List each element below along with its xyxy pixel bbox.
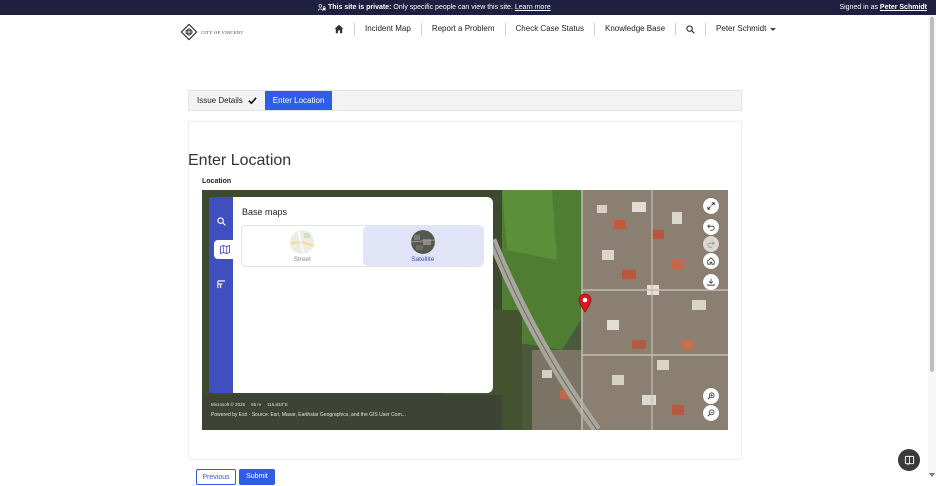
scrollbar-thumb[interactable] — [930, 17, 934, 372]
zoom-out-icon — [707, 409, 715, 417]
nav-check-case-status[interactable]: Check Case Status — [506, 23, 595, 35]
home-icon — [707, 257, 715, 265]
nav-home[interactable] — [324, 23, 355, 35]
nav-search[interactable] — [676, 23, 707, 35]
attribution-copyright: Microsoft © 2025 — [211, 402, 246, 407]
learn-more-link[interactable]: Learn more — [515, 0, 551, 15]
download-icon — [707, 278, 715, 286]
nav-incident-map[interactable]: Incident Map — [355, 23, 422, 35]
map-search-button[interactable] — [212, 212, 231, 231]
scroll-down-arrow-icon[interactable] — [929, 473, 935, 477]
street-thumbnail-icon — [290, 229, 315, 254]
zoom-in-button[interactable] — [703, 388, 719, 404]
help-chat-button[interactable] — [898, 449, 920, 471]
undo-button[interactable] — [703, 219, 719, 235]
basemap-satellite[interactable]: Satellite — [362, 226, 483, 266]
location-field-label: Location — [202, 178, 232, 185]
private-bold-text: This site is private: — [328, 4, 392, 11]
tab-enter-location[interactable]: Enter Location — [264, 91, 333, 110]
previous-button[interactable]: Previous — [196, 469, 236, 485]
search-icon — [686, 24, 695, 34]
search-icon — [217, 217, 226, 226]
user-menu-label: Peter Schmidt — [716, 24, 767, 33]
tab-issue-details-label: Issue Details — [197, 96, 243, 105]
coordinate-readout: 115.833°E — [267, 402, 288, 407]
location-map[interactable]: Base maps Street Satellite Microsoft © 2… — [202, 190, 728, 430]
tab-enter-location-label: Enter Location — [272, 96, 325, 105]
site-logo[interactable]: CITY OF VINCENT — [180, 23, 244, 41]
nav-report-problem[interactable]: Report a Problem — [422, 23, 506, 35]
basemap-street-label: Street — [293, 255, 311, 263]
export-button[interactable] — [703, 274, 719, 290]
home-icon — [334, 24, 344, 34]
map-icon — [220, 245, 230, 254]
main-nav: Incident Map Report a Problem Check Case… — [324, 21, 786, 37]
nav-knowledge-base[interactable]: Knowledge Base — [595, 23, 677, 35]
redo-button[interactable] — [703, 236, 719, 252]
legend-icon — [217, 280, 226, 289]
basemaps-panel: Base maps Street Satellite — [233, 197, 493, 393]
page-title: Enter Location — [188, 152, 292, 169]
scale-bar-label: 55 m — [251, 402, 262, 407]
map-scale-info: Microsoft © 2025 55 m 115.833°E — [211, 402, 288, 407]
undo-icon — [707, 224, 715, 231]
submit-button[interactable]: Submit — [239, 469, 275, 485]
page-scrollbar[interactable] — [928, 15, 936, 479]
chat-book-icon — [904, 455, 914, 466]
private-message: This site is private: Only specific peop… — [318, 0, 551, 15]
user-menu[interactable]: Peter Schmidt — [706, 23, 786, 35]
home-extent-button[interactable] — [703, 253, 719, 269]
map-widget-sidebar — [209, 197, 236, 393]
basemaps-title: Base maps — [242, 207, 288, 217]
signed-in-prefix: Signed in as — [839, 4, 878, 11]
tab-issue-details[interactable]: Issue Details — [189, 91, 265, 110]
chevron-down-icon — [770, 27, 777, 31]
private-site-banner: This site is private: Only specific peop… — [0, 0, 936, 15]
basemap-street[interactable]: Street — [242, 226, 363, 266]
map-attribution[interactable]: Powered by Esri · Source: Esri, Maxar, E… — [211, 412, 406, 418]
logo-text: CITY OF VINCENT — [201, 29, 244, 35]
location-pin-icon[interactable] — [578, 293, 592, 313]
satellite-thumbnail-icon — [410, 229, 435, 254]
private-text: Only specific people can view this site. — [393, 4, 513, 11]
zoom-in-icon — [707, 392, 715, 400]
site-header: CITY OF VINCENT Incident Map Report a Pr… — [0, 15, 936, 45]
city-crest-icon — [180, 23, 198, 41]
basemap-options: Street Satellite — [241, 225, 484, 267]
fullscreen-button[interactable] — [703, 198, 719, 214]
signed-in-info: Signed in as Peter Schmidt — [839, 0, 927, 15]
people-lock-icon — [318, 4, 326, 11]
expand-icon — [707, 202, 715, 210]
signed-in-user-link[interactable]: Peter Schmidt — [880, 4, 927, 11]
step-tabs: Issue Details Enter Location — [188, 90, 742, 111]
redo-icon — [707, 241, 715, 248]
checkmark-icon — [248, 97, 257, 105]
basemap-satellite-label: Satellite — [411, 255, 435, 263]
legend-button[interactable] — [212, 275, 231, 294]
zoom-out-button[interactable] — [703, 405, 719, 421]
